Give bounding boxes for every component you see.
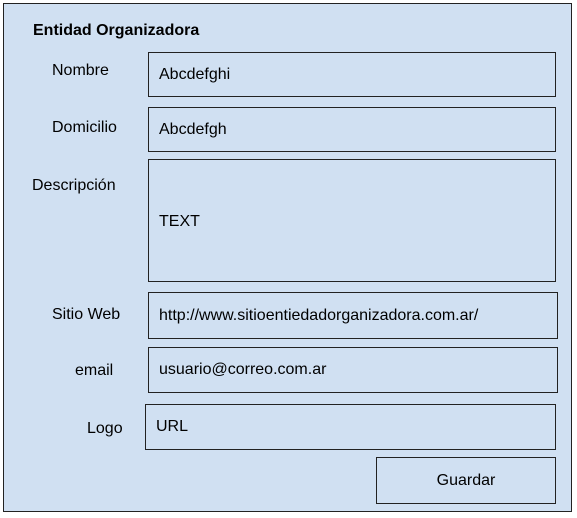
logo-label: Logo xyxy=(87,420,123,437)
email-label: email xyxy=(75,362,114,379)
email-input[interactable] xyxy=(148,347,558,393)
form-title: Entidad Organizadora xyxy=(33,22,200,39)
logo-url-input[interactable] xyxy=(145,404,556,450)
sitio-web-input[interactable] xyxy=(148,292,558,339)
save-button[interactable]: Guardar xyxy=(376,457,556,504)
nombre-input[interactable] xyxy=(148,52,556,97)
descripcion-label: Descripción xyxy=(32,177,116,194)
sitio-web-label: Sitio Web xyxy=(52,306,121,323)
domicilio-input[interactable] xyxy=(148,107,556,152)
nombre-label: Nombre xyxy=(52,62,109,79)
descripcion-textarea[interactable]: TEXT xyxy=(148,159,556,282)
domicilio-label: Domicilio xyxy=(52,119,117,136)
